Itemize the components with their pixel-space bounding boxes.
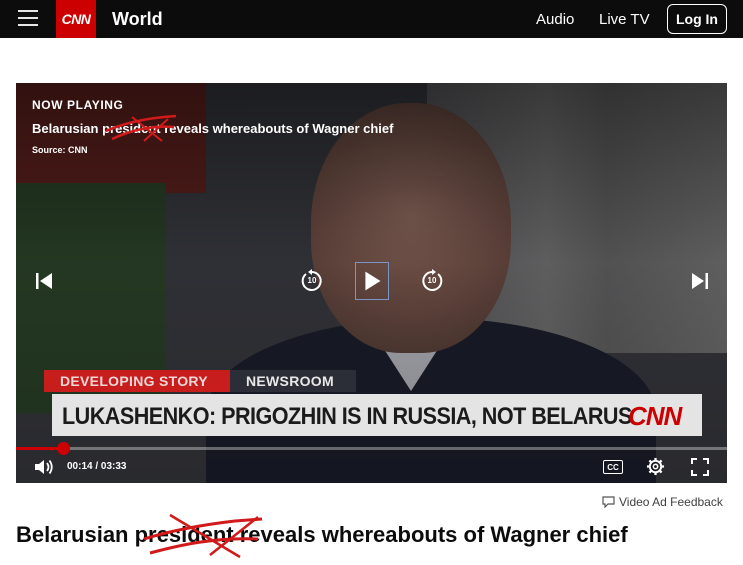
fullscreen-icon[interactable] xyxy=(691,458,709,476)
video-ad-feedback-link[interactable]: Video Ad Feedback xyxy=(602,495,723,509)
comment-icon xyxy=(602,496,615,508)
login-button[interactable]: Log In xyxy=(667,4,727,34)
nav-link-audio[interactable]: Audio xyxy=(536,11,574,28)
now-playing-title: Belarusian president reveals whereabouts… xyxy=(32,121,394,136)
replay-10-label: 10 xyxy=(307,276,317,285)
cnn-logo[interactable]: CNN xyxy=(56,0,96,38)
closed-captions-icon[interactable]: CC xyxy=(603,460,623,474)
video-source: Source: CNN xyxy=(32,145,88,155)
now-playing-label: NOW PLAYING xyxy=(32,98,124,112)
newsroom-tag: NEWSROOM xyxy=(230,370,356,392)
lower-third-headline-bar: LUKASHENKO: PRIGOZHIN IS IN RUSSIA, NOT … xyxy=(52,394,702,436)
progress-fill xyxy=(16,447,63,450)
video-player[interactable]: NOW PLAYING Belarusian president reveals… xyxy=(16,83,727,483)
progress-handle[interactable] xyxy=(56,442,70,455)
strikethrough-scribble-small xyxy=(105,114,177,142)
skip-next-icon[interactable] xyxy=(690,271,710,291)
forward-10-icon[interactable]: 10 xyxy=(420,269,444,293)
nav-link-live-tv[interactable]: Live TV xyxy=(599,11,650,28)
hamburger-icon[interactable] xyxy=(18,9,38,27)
section-title[interactable]: World xyxy=(112,9,163,30)
gear-icon[interactable] xyxy=(646,457,665,476)
lower-third-headline: LUKASHENKO: PRIGOZHIN IS IN RUSSIA, NOT … xyxy=(62,403,632,430)
top-nav-bar: CNN World Audio Live TV Log In xyxy=(0,0,743,38)
article-headline: Belarusian president reveals whereabouts… xyxy=(16,522,628,547)
cc-label: CC xyxy=(607,462,619,472)
progress-bar[interactable] xyxy=(16,442,727,455)
strikethrough-scribble-large xyxy=(143,513,263,559)
logo-text: CNN xyxy=(61,11,91,27)
developing-story-tag: DEVELOPING STORY xyxy=(44,370,230,392)
lower-third-logo: CNN xyxy=(628,401,682,431)
skip-previous-icon[interactable] xyxy=(34,271,54,291)
video-ad-feedback-label: Video Ad Feedback xyxy=(619,495,723,509)
volume-icon[interactable] xyxy=(34,458,54,476)
forward-10-label: 10 xyxy=(427,276,437,285)
time-display: 00:14 / 03:33 xyxy=(67,461,127,472)
replay-10-icon[interactable]: 10 xyxy=(300,269,324,293)
play-icon[interactable] xyxy=(355,262,389,300)
